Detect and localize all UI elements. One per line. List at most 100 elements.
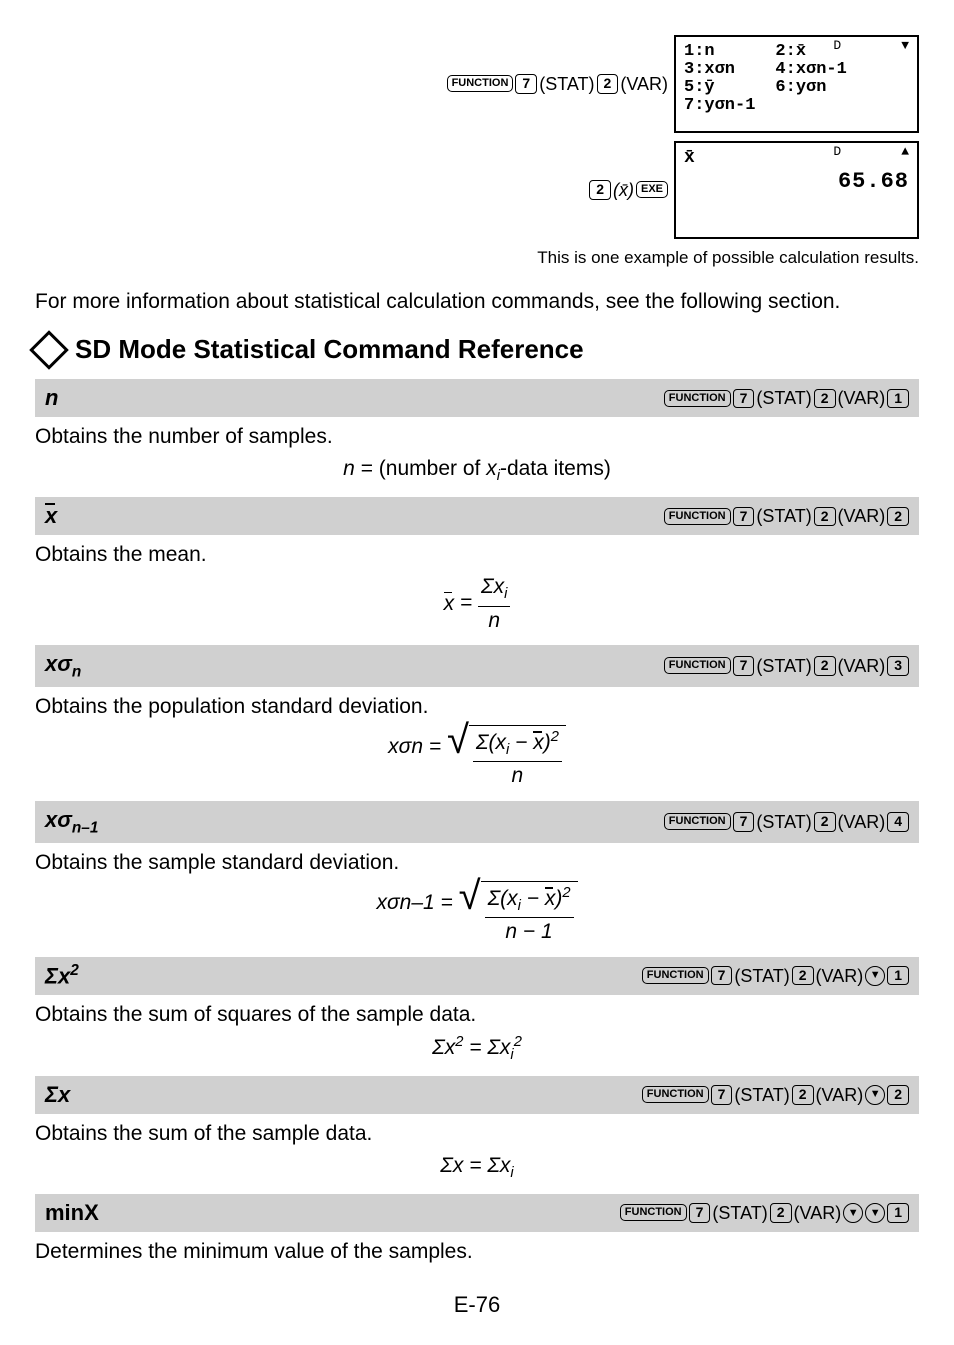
label-var: (VAR)	[838, 386, 886, 410]
key-final: 2	[887, 507, 909, 526]
function-key: FUNCTION	[620, 1204, 687, 1221]
key-7: 7	[711, 966, 733, 985]
keystroke-sequence: FUNCTION 7 (STAT) 2 (VAR) ▼▼ 1	[620, 1201, 909, 1225]
key-2: 2	[589, 180, 611, 199]
function-key: FUNCTION	[664, 390, 731, 407]
key-final: 2	[887, 1085, 909, 1104]
command-header: xσn FUNCTION 7 (STAT) 2 (VAR) 3	[35, 645, 919, 687]
label-var: (VAR)	[816, 1083, 864, 1107]
command-name: xσn–1	[45, 805, 98, 839]
lcd-screen-1: D ▼ 1:n 3:xσn 5:ȳ 7:yσn-1 2:x̄ 4:xσn-1 6…	[674, 35, 919, 133]
label-xbar: (x̄)	[613, 178, 634, 202]
command-header: n FUNCTION 7 (STAT) 2 (VAR) 1	[35, 379, 919, 417]
down-arrow-key: ▼	[865, 966, 885, 986]
key-final: 1	[887, 1203, 909, 1222]
command-description: Obtains the mean.	[35, 541, 919, 569]
intro-text: For more information about statistical c…	[35, 288, 919, 316]
command-name: x	[45, 501, 57, 531]
up-arrow-icon: ▲	[901, 145, 909, 159]
function-key: FUNCTION	[642, 967, 709, 984]
key-2: 2	[770, 1203, 792, 1222]
command-name: n	[45, 383, 58, 413]
keystroke-sequence: FUNCTION 7 (STAT) 2 (VAR) ▼ 2	[642, 1083, 909, 1107]
command-name: minX	[45, 1198, 99, 1228]
label-var: (VAR)	[816, 964, 864, 988]
function-key: FUNCTION	[664, 813, 731, 830]
keystroke-sequence: FUNCTION 7 (STAT) 2 (VAR) 4	[664, 810, 909, 834]
label-stat: (STAT)	[756, 504, 811, 528]
command-header: minX FUNCTION 7 (STAT) 2 (VAR) ▼▼ 1	[35, 1194, 919, 1232]
command-description: Obtains the sum of squares of the sample…	[35, 1001, 919, 1029]
diamond-icon	[29, 330, 69, 370]
label-stat: (STAT)	[756, 386, 811, 410]
label-stat: (STAT)	[539, 72, 594, 96]
lcd-right-col: 2:x̄ 4:xσn-1 6:yσn	[775, 43, 846, 114]
label-var: (VAR)	[794, 1201, 842, 1225]
page-number: E-76	[35, 1290, 919, 1320]
key-7: 7	[515, 74, 537, 93]
lcd-d-icon: D	[833, 145, 841, 159]
down-arrow-key: ▼	[865, 1203, 885, 1223]
command-header: xσn–1 FUNCTION 7 (STAT) 2 (VAR) 4	[35, 801, 919, 843]
lcd-d-icon: D	[833, 39, 841, 53]
lcd-result: 65.68	[684, 170, 909, 193]
key-2: 2	[814, 656, 836, 675]
key-2: 2	[814, 507, 836, 526]
key-7: 7	[733, 656, 755, 675]
example-caption: This is one example of possible calculat…	[35, 247, 919, 270]
command-description: Obtains the sample standard deviation.	[35, 849, 919, 877]
section-title: SD Mode Statistical Command Reference	[75, 332, 584, 367]
key-7: 7	[689, 1203, 711, 1222]
label-stat: (STAT)	[734, 1083, 789, 1107]
function-key: FUNCTION	[664, 657, 731, 674]
label-var: (VAR)	[838, 504, 886, 528]
command-name: Σx2	[45, 961, 79, 991]
label-var: (VAR)	[620, 72, 668, 96]
keystroke-sequence: FUNCTION 7 (STAT) 2 (VAR) 1	[664, 386, 909, 410]
key-final: 1	[887, 389, 909, 408]
label-stat: (STAT)	[756, 654, 811, 678]
example-row-2: 2 (x̄) EXE D ▲ x̄ 65.68	[35, 141, 919, 239]
key-2: 2	[792, 966, 814, 985]
label-var: (VAR)	[838, 654, 886, 678]
down-arrow-icon: ▼	[901, 39, 909, 53]
label-stat: (STAT)	[756, 810, 811, 834]
command-description: Obtains the population standard deviatio…	[35, 693, 919, 721]
down-arrow-key: ▼	[865, 1085, 885, 1105]
section-heading: SD Mode Statistical Command Reference	[35, 332, 919, 367]
command-name: Σx	[45, 1080, 70, 1110]
key-7: 7	[733, 812, 755, 831]
function-key: FUNCTION	[664, 508, 731, 525]
key-7: 7	[711, 1085, 733, 1104]
label-stat: (STAT)	[734, 964, 789, 988]
function-key: FUNCTION	[447, 75, 514, 92]
command-header: Σx FUNCTION 7 (STAT) 2 (VAR) ▼ 2	[35, 1076, 919, 1114]
command-description: Obtains the sum of the sample data.	[35, 1120, 919, 1148]
label-var: (VAR)	[838, 810, 886, 834]
lcd-screen-2: D ▲ x̄ 65.68	[674, 141, 919, 239]
label-stat: (STAT)	[712, 1201, 767, 1225]
command-name: xσn	[45, 649, 81, 683]
command-description: Obtains the number of samples.	[35, 423, 919, 451]
lcd-left-col: 1:n 3:xσn 5:ȳ 7:yσn-1	[684, 43, 755, 114]
command-description: Determines the minimum value of the samp…	[35, 1238, 919, 1266]
keystroke-sequence: FUNCTION 7 (STAT) 2 (VAR) 3	[664, 654, 909, 678]
key-final: 3	[887, 656, 909, 675]
down-arrow-key: ▼	[843, 1203, 863, 1223]
key-2: 2	[597, 74, 619, 93]
key-2: 2	[814, 389, 836, 408]
exe-key: EXE	[636, 181, 668, 198]
key-final: 1	[887, 966, 909, 985]
key-2: 2	[792, 1085, 814, 1104]
key-7: 7	[733, 389, 755, 408]
command-header: x FUNCTION 7 (STAT) 2 (VAR) 2	[35, 497, 919, 535]
key-2: 2	[814, 812, 836, 831]
example-row-1: FUNCTION 7 (STAT) 2 (VAR) D ▼ 1:n 3:xσn …	[35, 35, 919, 133]
keystroke-sequence: FUNCTION 7 (STAT) 2 (VAR) ▼ 1	[642, 964, 909, 988]
command-header: Σx2 FUNCTION 7 (STAT) 2 (VAR) ▼ 1	[35, 957, 919, 995]
key-final: 4	[887, 812, 909, 831]
keystroke-sequence: 2 (x̄) EXE	[589, 178, 668, 202]
keystroke-sequence: FUNCTION 7 (STAT) 2 (VAR) 2	[664, 504, 909, 528]
key-7: 7	[733, 507, 755, 526]
function-key: FUNCTION	[642, 1086, 709, 1103]
